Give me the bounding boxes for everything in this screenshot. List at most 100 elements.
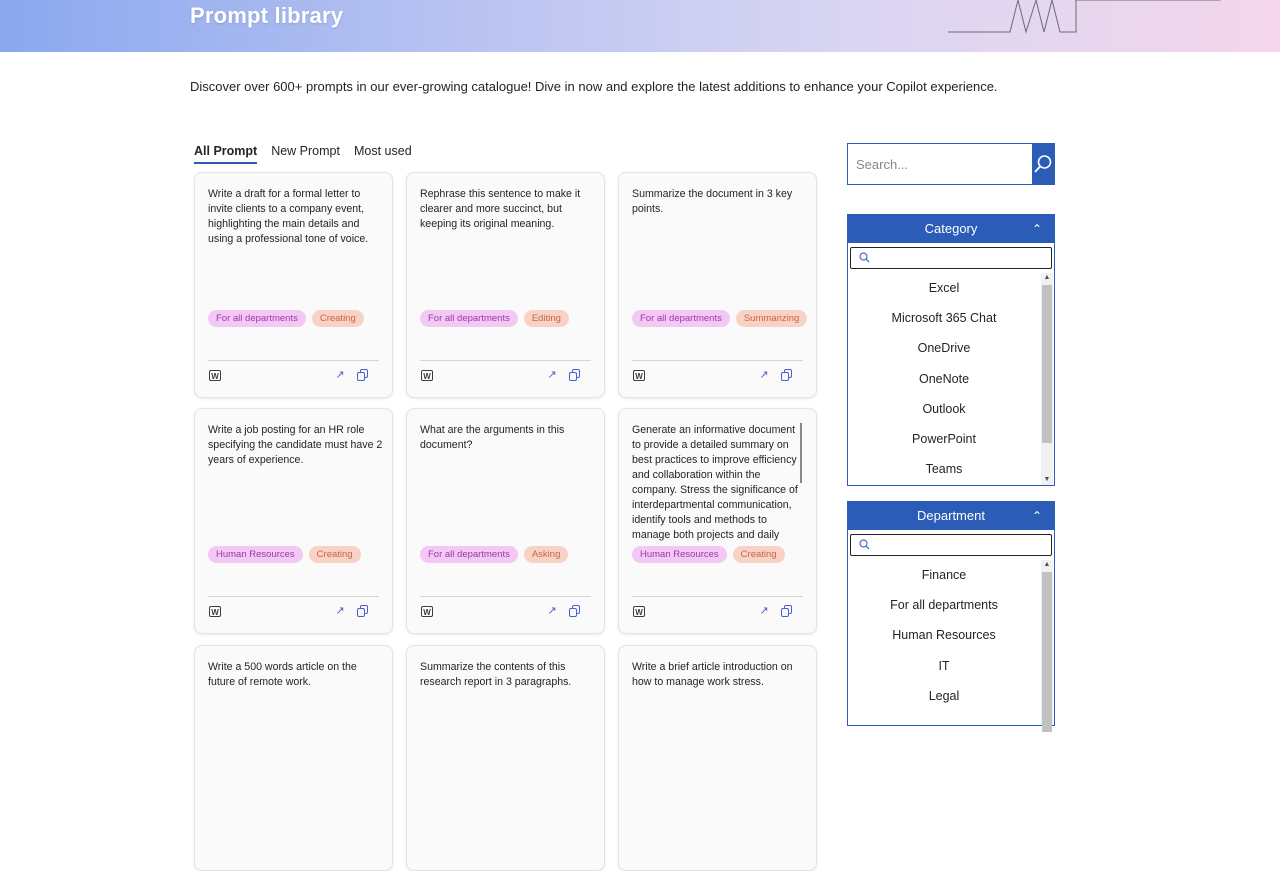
copy-icon[interactable] xyxy=(781,369,793,381)
department-item[interactable]: Human Resources xyxy=(848,620,1054,650)
page-title: Prompt library xyxy=(190,3,344,28)
prompt-text: Summarize the contents of this research … xyxy=(420,661,572,688)
tab-new-prompt[interactable]: New Prompt xyxy=(271,144,340,164)
category-header[interactable]: Category ⌃ xyxy=(848,215,1054,243)
chevron-up-icon[interactable]: ⌃ xyxy=(1032,502,1042,530)
prompt-card[interactable]: Write a job posting for an HR role speci… xyxy=(194,408,393,634)
banner-illustration xyxy=(948,0,1221,34)
department-title: Department xyxy=(917,508,985,523)
share-icon[interactable]: ↗ xyxy=(546,605,558,617)
category-item[interactable]: Outlook xyxy=(848,394,1054,424)
prompt-text: Write a brief article introduction on ho… xyxy=(632,661,793,688)
search-button[interactable] xyxy=(1032,144,1054,184)
card-divider xyxy=(420,360,591,361)
prompt-text: Rephrase this sentence to make it cleare… xyxy=(420,188,581,230)
chevron-up-icon[interactable]: ⌃ xyxy=(1032,215,1042,243)
share-icon[interactable]: ↗ xyxy=(546,369,558,381)
card-divider xyxy=(632,360,803,361)
search-icon xyxy=(859,539,870,550)
prompt-card[interactable]: What are the arguments in this document?… xyxy=(406,408,605,634)
activity-tag[interactable]: Creating xyxy=(311,310,364,327)
prompt-card[interactable]: Summarize the document in 3 key points. … xyxy=(618,172,817,398)
search-box xyxy=(847,143,1055,185)
department-search-input[interactable] xyxy=(850,534,1052,556)
word-icon: W xyxy=(421,370,433,381)
word-icon: W xyxy=(421,606,433,617)
category-item[interactable]: Teams xyxy=(848,454,1054,484)
share-icon[interactable]: ↗ xyxy=(758,369,770,381)
department-tag[interactable]: For all departments xyxy=(420,546,518,563)
prompt-text[interactable]: Generate an informative document to prov… xyxy=(632,423,802,545)
copy-icon[interactable] xyxy=(357,605,369,617)
department-item[interactable]: IT xyxy=(848,651,1054,681)
category-item[interactable]: OneNote xyxy=(848,364,1054,394)
prompt-text: Write a 500 words article on the future … xyxy=(208,661,357,688)
activity-tag[interactable]: Asking xyxy=(523,546,569,563)
activity-tag[interactable]: Creating xyxy=(308,546,361,563)
category-item[interactable]: Excel xyxy=(848,273,1054,303)
prompt-text: Write a job posting for an HR role speci… xyxy=(208,424,383,466)
category-title: Category xyxy=(924,221,978,236)
prompt-card[interactable]: Write a draft for a formal letter to inv… xyxy=(194,172,393,398)
word-icon: W xyxy=(209,606,221,617)
share-icon[interactable]: ↗ xyxy=(334,369,346,381)
prompt-tabs: All Prompt New Prompt Most used xyxy=(194,144,412,164)
category-item[interactable]: PowerPoint xyxy=(848,424,1054,454)
category-filter: Category ⌃ Excel Microsoft 365 Chat OneDr… xyxy=(847,214,1055,486)
word-icon: W xyxy=(633,370,645,381)
activity-tag[interactable]: Creating xyxy=(732,546,785,563)
department-tag[interactable]: For all departments xyxy=(420,310,518,327)
department-filter: Department ⌃ Finance For all departments … xyxy=(847,501,1055,732)
copy-icon[interactable] xyxy=(569,605,581,617)
department-list: Finance For all departments Human Resour… xyxy=(848,560,1054,732)
word-icon: W xyxy=(633,606,645,617)
share-icon[interactable]: ↗ xyxy=(758,605,770,617)
prompt-text: What are the arguments in this document? xyxy=(420,424,565,451)
department-header[interactable]: Department ⌃ xyxy=(848,502,1054,530)
card-divider xyxy=(632,596,803,597)
scroll-thumb[interactable] xyxy=(1042,572,1052,732)
department-item[interactable]: Finance xyxy=(848,560,1054,590)
copy-icon[interactable] xyxy=(569,369,581,381)
activity-tag[interactable]: Summarizing xyxy=(735,310,808,327)
card-divider xyxy=(208,596,379,597)
copy-icon[interactable] xyxy=(357,369,369,381)
prompt-card[interactable]: Generate an informative document to prov… xyxy=(618,408,817,634)
card-divider xyxy=(208,360,379,361)
search-icon xyxy=(1034,155,1052,173)
share-icon[interactable]: ↗ xyxy=(334,605,346,617)
tab-all-prompt[interactable]: All Prompt xyxy=(194,144,258,164)
prompt-card[interactable]: Write a 500 words article on the future … xyxy=(194,645,393,871)
department-item[interactable]: For all departments xyxy=(848,590,1054,620)
category-scrollbar[interactable]: ▲ ▼ xyxy=(1041,273,1053,485)
category-item[interactable]: OneDrive xyxy=(848,333,1054,363)
scroll-down-icon[interactable]: ▼ xyxy=(1041,475,1053,485)
category-item[interactable]: Microsoft 365 Chat xyxy=(848,303,1054,333)
prompt-text: Write a draft for a formal letter to inv… xyxy=(208,188,369,245)
prompt-card[interactable]: Write a brief article introduction on ho… xyxy=(618,645,817,871)
scroll-thumb[interactable] xyxy=(1042,285,1052,443)
activity-tag[interactable]: Editing xyxy=(523,310,569,327)
tab-most-used[interactable]: Most used xyxy=(354,144,412,164)
intro-text: Discover over 600+ prompts in our ever-g… xyxy=(190,79,998,94)
department-scrollbar[interactable]: ▲ xyxy=(1041,560,1053,732)
prompt-text: Summarize the document in 3 key points. xyxy=(632,188,793,215)
department-tag[interactable]: Human Resources xyxy=(632,546,727,563)
department-tag[interactable]: For all departments xyxy=(208,310,306,327)
text-scrollbar[interactable] xyxy=(800,423,802,483)
department-tag[interactable]: For all departments xyxy=(632,310,730,327)
department-tag[interactable]: Human Resources xyxy=(208,546,303,563)
search-input[interactable] xyxy=(848,144,1032,184)
category-list: Excel Microsoft 365 Chat OneDrive OneNot… xyxy=(848,273,1054,485)
word-icon: W xyxy=(209,370,221,381)
search-icon xyxy=(859,252,870,263)
scroll-up-icon[interactable]: ▲ xyxy=(1041,273,1053,283)
department-item[interactable]: Legal xyxy=(848,681,1054,711)
header-banner: Prompt library xyxy=(0,0,1280,52)
scroll-up-icon[interactable]: ▲ xyxy=(1041,560,1053,570)
card-divider xyxy=(420,596,591,597)
prompt-card[interactable]: Summarize the contents of this research … xyxy=(406,645,605,871)
copy-icon[interactable] xyxy=(781,605,793,617)
prompt-card[interactable]: Rephrase this sentence to make it cleare… xyxy=(406,172,605,398)
category-search-input[interactable] xyxy=(850,247,1052,269)
